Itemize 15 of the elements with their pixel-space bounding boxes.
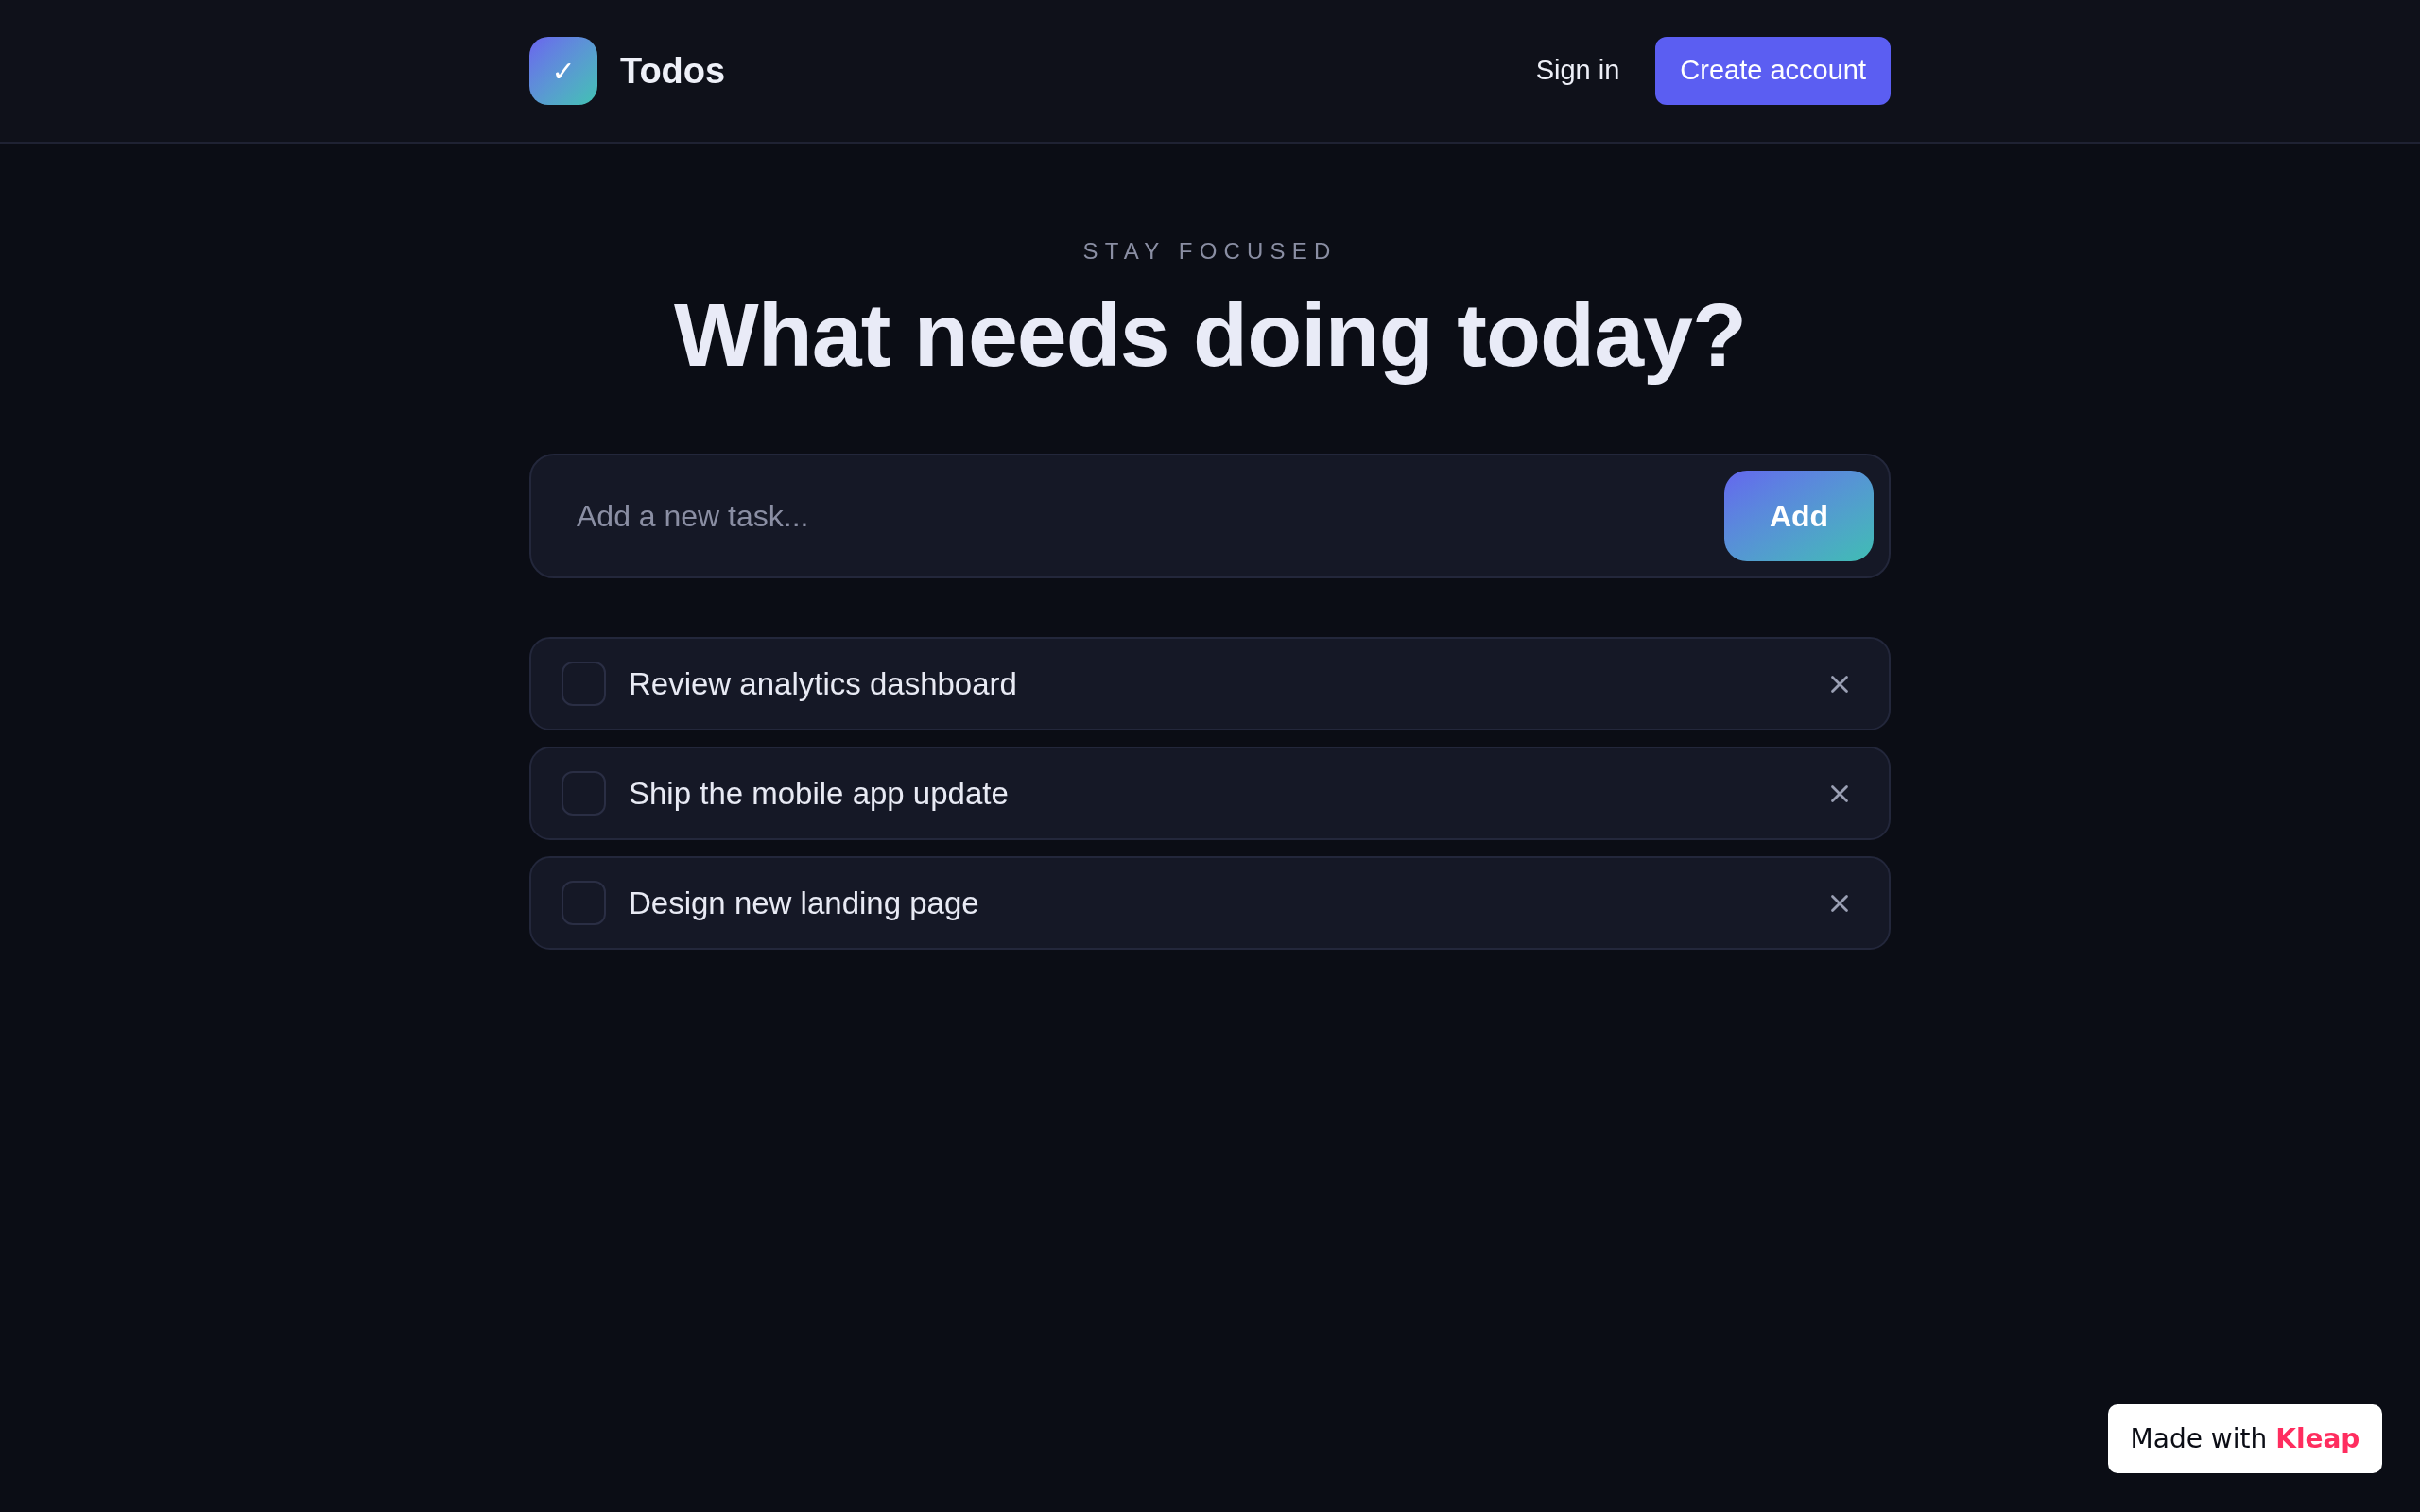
create-account-button[interactable]: Create account	[1655, 37, 1891, 105]
app-logo: ✓	[529, 37, 597, 105]
new-task-field[interactable]: Add a new task... Add	[529, 454, 1891, 578]
page-heading: What needs doing today?	[674, 284, 1746, 386]
task-label: Review analytics dashboard	[629, 664, 1018, 703]
task-checkbox[interactable]	[562, 771, 606, 816]
add-task-button[interactable]: Add	[1724, 471, 1874, 561]
task-label: Ship the mobile app update	[629, 774, 1010, 813]
made-with-link[interactable]: Made with Kleap	[2108, 1404, 2382, 1473]
task-label: Design new landing page	[629, 884, 980, 922]
task-checkbox[interactable]	[562, 662, 606, 706]
task-checkbox[interactable]	[562, 881, 606, 925]
app-title: Todos	[620, 49, 726, 93]
eyebrow-label: STAY FOCUSED	[1082, 237, 1338, 266]
sign-in-link[interactable]: Sign in	[1531, 50, 1624, 92]
